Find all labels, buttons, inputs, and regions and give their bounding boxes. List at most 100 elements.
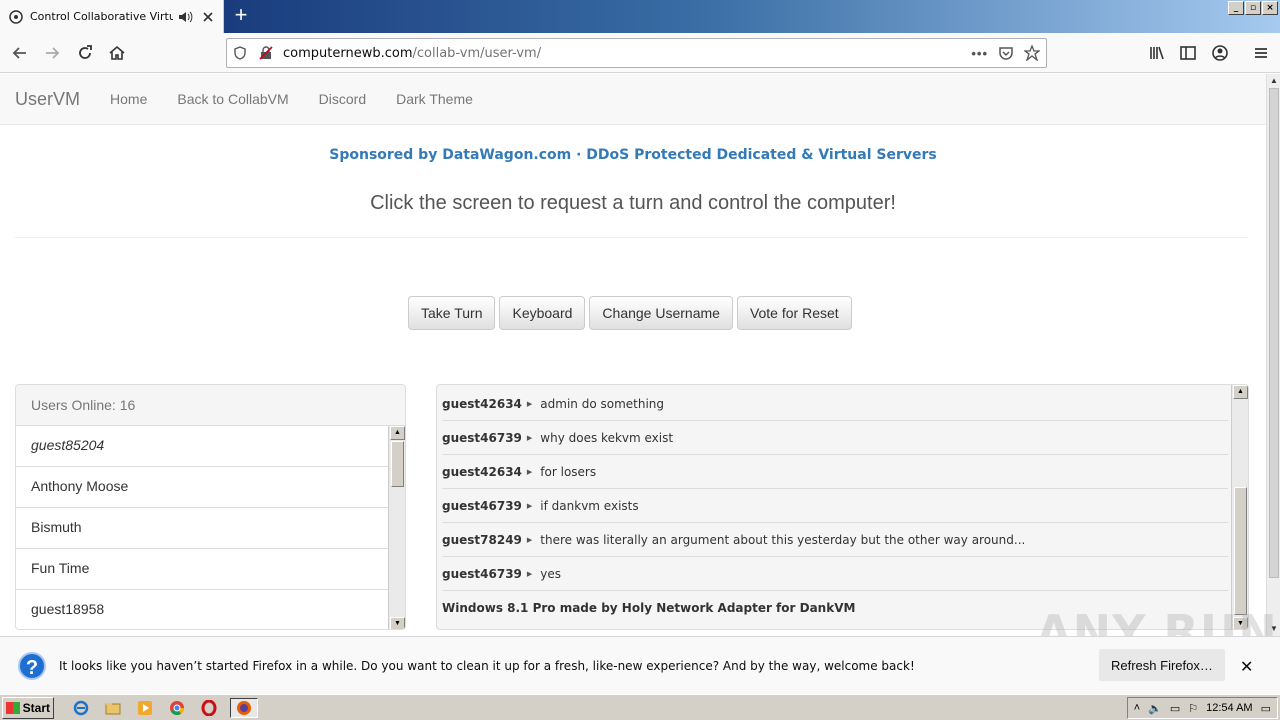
pocket-icon[interactable]	[998, 45, 1014, 61]
user-list-item[interactable]: guest85204	[16, 426, 390, 467]
user-list-item[interactable]: Anthony Moose	[16, 467, 390, 508]
new-tab-button[interactable]: +	[230, 4, 252, 27]
menu-button[interactable]	[1247, 39, 1275, 67]
chat-scrollbar[interactable]: ▲ ▼	[1231, 385, 1248, 629]
vote-for-reset-button[interactable]: Vote for Reset	[736, 296, 852, 330]
nav-link-dark-theme[interactable]: Dark Theme	[381, 91, 488, 107]
scrollbar-thumb[interactable]	[1234, 487, 1247, 615]
library-button[interactable]	[1143, 39, 1171, 67]
reload-icon	[79, 45, 92, 59]
internet-explorer-icon[interactable]	[70, 698, 92, 718]
chat-text: if dankvm exists	[540, 498, 639, 513]
forward-button[interactable]	[38, 39, 66, 67]
minimize-icon[interactable]: _	[1228, 1, 1244, 15]
browser-tab[interactable]: Control Collaborative Virtual M	[0, 0, 224, 33]
scrollbar-thumb[interactable]	[1269, 88, 1279, 578]
change-username-button[interactable]: Change Username	[589, 296, 733, 330]
chat-username: guest46739	[442, 430, 522, 445]
arrow-right-icon	[46, 47, 60, 59]
show-desktop-icon[interactable]: ▭	[1261, 702, 1271, 715]
restore-icon[interactable]: ▫	[1245, 1, 1261, 15]
scrollbar-thumb[interactable]	[391, 441, 404, 487]
arrow-icon: ▶	[526, 570, 533, 578]
close-window-icon[interactable]: ×	[1262, 1, 1278, 15]
speaker-icon[interactable]	[177, 9, 193, 25]
chat-username: guest46739	[442, 566, 522, 581]
sponsor-link[interactable]: Sponsored by DataWagon.com · DDoS Protec…	[0, 147, 1266, 163]
url-text: computernewb.com/collab-vm/user-vm/	[283, 46, 541, 61]
shield-icon[interactable]	[233, 46, 247, 60]
scroll-down-icon[interactable]: ▼	[390, 617, 405, 629]
media-player-icon[interactable]	[134, 698, 156, 718]
chat-text: admin do something	[540, 396, 665, 411]
notification-message: It looks like you haven’t started Firefo…	[59, 658, 915, 673]
keyboard-button[interactable]: Keyboard	[499, 296, 586, 330]
chat-text: why does kekvm exist	[540, 430, 674, 445]
chrome-icon[interactable]	[166, 698, 188, 718]
user-list-item[interactable]: guest18958	[16, 590, 390, 629]
chat-username: guest42634	[442, 396, 522, 411]
chat-text: yes	[540, 566, 562, 581]
clock[interactable]: 12:54 AM	[1206, 702, 1252, 714]
action-center-flag-icon[interactable]: ⚐	[1188, 702, 1198, 715]
address-bar[interactable]: computernewb.com/collab-vm/user-vm/ •••	[226, 38, 1047, 68]
arrow-icon: ▶	[526, 434, 533, 442]
chat-username: guest42634	[442, 464, 522, 479]
folder-icon[interactable]	[102, 698, 124, 718]
reload-button[interactable]	[71, 39, 99, 67]
network-icon[interactable]: ▭	[1170, 702, 1180, 715]
chat-message: guest46739 ▶ if dankvm exists	[442, 489, 1228, 523]
library-icon	[1150, 46, 1164, 60]
user-list-item[interactable]: Fun Time	[16, 549, 390, 590]
user-list-item[interactable]: Bismuth	[16, 508, 390, 549]
scroll-up-icon[interactable]: ▲	[390, 426, 405, 440]
nav-link-back-to-collabvm[interactable]: Back to CollabVM	[162, 91, 303, 107]
home-icon	[109, 45, 125, 60]
site-navbar: UserVM Home Back to CollabVM Discord Dar…	[0, 74, 1266, 125]
sidebar-button[interactable]	[1174, 39, 1202, 67]
user-list: guest85204 Anthony Moose Bismuth Fun Tim…	[16, 426, 390, 629]
opera-icon[interactable]	[198, 698, 220, 718]
system-tray: ˄ 🔈 ▭ ⚐ 12:54 AM ▭	[1126, 697, 1278, 719]
url-path: /collab-vm/user-vm/	[412, 45, 542, 61]
volume-icon[interactable]: 🔈	[1148, 702, 1162, 715]
nav-link-home[interactable]: Home	[95, 91, 162, 107]
page-headline: Click the screen to request a turn and c…	[370, 192, 896, 214]
close-icon[interactable]: ✕	[1240, 657, 1253, 677]
insecure-lock-icon[interactable]	[259, 46, 273, 60]
tab-close-icon[interactable]	[201, 10, 215, 24]
page-scrollbar[interactable]: ▲ ▼	[1266, 74, 1280, 636]
sidebar-icon	[1180, 46, 1196, 60]
chat-username: guest46739	[442, 498, 522, 513]
chat-text: there was literally an argument about th…	[540, 532, 1026, 547]
windows-taskbar: Start ˄ 🔈 ▭ ⚐ 12:54 AM ▭	[0, 694, 1280, 720]
take-turn-button[interactable]: Take Turn	[408, 296, 496, 330]
back-button[interactable]	[6, 39, 34, 67]
arrow-icon: ▶	[526, 536, 533, 544]
scroll-up-icon[interactable]: ▲	[1233, 385, 1248, 399]
start-button[interactable]: Start	[2, 696, 54, 719]
arrow-icon: ▶	[526, 502, 533, 510]
page-actions-icon[interactable]: •••	[971, 46, 988, 61]
arrow-left-icon	[12, 47, 26, 59]
home-button[interactable]	[103, 39, 131, 67]
account-button[interactable]	[1206, 39, 1234, 67]
quick-launch	[70, 697, 258, 718]
user-list-scrollbar[interactable]: ▲ ▼	[388, 426, 405, 629]
windows-logo-icon	[6, 701, 20, 714]
chat-message: guest46739 ▶ yes	[442, 557, 1228, 591]
chat-panel: guest42634 ▶ admin do something guest46739…	[436, 384, 1249, 630]
refresh-firefox-button[interactable]: Refresh Firefox…	[1099, 649, 1225, 681]
site-brand[interactable]: UserVM	[15, 89, 80, 110]
hamburger-menu-icon	[1255, 48, 1267, 58]
nav-link-discord[interactable]: Discord	[304, 91, 381, 107]
question-icon: ?	[18, 651, 46, 680]
browser-toolbar: computernewb.com/collab-vm/user-vm/ •••	[0, 33, 1280, 73]
tray-expand-icon[interactable]: ˄	[1134, 702, 1140, 714]
firefox-taskbar-icon[interactable]	[230, 697, 258, 718]
bookmark-star-icon[interactable]	[1024, 45, 1040, 61]
chat-message: guest42634 ▶ for losers	[442, 455, 1228, 489]
users-online-panel: Users Online: 16 guest85204 Anthony Moos…	[15, 384, 406, 630]
scroll-up-icon[interactable]: ▲	[1267, 74, 1280, 88]
chat-message: guest78249 ▶ there was literally an argume…	[442, 523, 1228, 557]
